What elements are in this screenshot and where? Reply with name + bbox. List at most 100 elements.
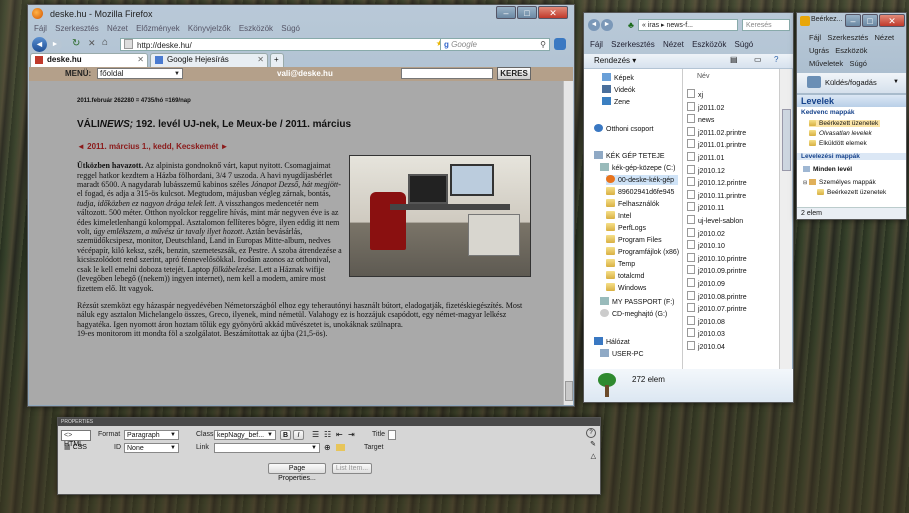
menu-item[interactable]: Nézet — [663, 40, 684, 49]
file-item[interactable]: j2010.09.printre — [687, 265, 747, 275]
ordered-list-icon[interactable]: ☷ — [324, 430, 331, 439]
send-receive-icon[interactable] — [807, 76, 821, 88]
help-icon[interactable]: ? — [586, 428, 596, 438]
view-options-icon[interactable]: ▤ — [730, 55, 738, 64]
personal-folders-item[interactable]: ⊟ Személyes mappák — [803, 179, 876, 186]
html-mode-button[interactable]: <> HTML — [61, 430, 91, 448]
nav-item-00-deske[interactable]: 00-deske-kék-gép — [606, 175, 679, 185]
new-tab-button[interactable]: + — [270, 53, 284, 67]
nav-item-folder[interactable]: Program Files — [606, 235, 662, 245]
stop-icon[interactable]: ✕ — [88, 38, 96, 49]
menu-item[interactable]: Nézet — [107, 24, 128, 33]
nav-item-computer[interactable]: KÉK GÉP TETEJE — [594, 151, 665, 161]
site-menu-select[interactable]: főoldal ▼ — [97, 68, 183, 79]
send-receive-button[interactable]: Küldés/fogadás — [825, 78, 877, 87]
maximize-button[interactable]: □ — [862, 14, 878, 27]
firefox-titlebar[interactable]: deske.hu - Mozilla Firefox – □ ✕ — [28, 5, 574, 23]
menu-item[interactable]: Szerkesztés — [55, 24, 99, 33]
file-list[interactable]: Név xj j2011.02 news j2011.02.printre j2011.… — [683, 69, 779, 369]
unordered-list-icon[interactable]: ☰ — [312, 430, 319, 439]
close-button[interactable]: ✕ — [879, 14, 905, 27]
forward-button[interactable]: ► — [601, 19, 613, 31]
file-item[interactable]: j2010.03 — [687, 328, 725, 338]
explorer-search-input[interactable]: Keresés — [742, 19, 790, 31]
title-input[interactable] — [388, 430, 396, 440]
menu-item[interactable]: Ugrás — [809, 46, 829, 55]
page-scrollbar[interactable] — [563, 81, 573, 405]
id-select[interactable]: None ▼ — [124, 443, 179, 453]
preview-pane-icon[interactable]: ▭ — [754, 55, 762, 64]
nav-item-network[interactable]: Hálózat — [594, 337, 630, 347]
file-item[interactable]: j2010.08 — [687, 315, 725, 326]
file-item[interactable]: j2010.10 — [687, 240, 725, 250]
nav-item-user-pc[interactable]: USER-PC — [600, 349, 644, 359]
point-to-file-icon[interactable]: ⊕ — [324, 443, 331, 452]
nav-item-drive-g[interactable]: CD-meghajtó (G:) — [600, 309, 667, 319]
file-item[interactable]: j2010.02 — [687, 227, 725, 238]
close-tab-icon[interactable]: ✕ — [257, 55, 264, 64]
nav-item-videok[interactable]: Videók — [602, 85, 635, 95]
menu-item[interactable]: Szerkesztés — [611, 40, 655, 49]
all-mail-item[interactable]: Minden levél — [803, 166, 852, 173]
minimize-button[interactable]: – — [845, 14, 861, 27]
favorites-header[interactable]: Kedvenc mappák — [801, 109, 854, 116]
nav-item-folder[interactable]: PerfLogs — [606, 223, 646, 233]
fav-folder-inbox[interactable]: Beérkezett üzenetek — [809, 120, 881, 127]
browse-folder-icon[interactable] — [336, 444, 345, 451]
link-input[interactable]: ▼ — [214, 443, 320, 453]
site-email[interactable]: vali@deske.hu — [277, 69, 333, 78]
menu-item[interactable]: Előzmények — [136, 24, 180, 33]
class-select[interactable]: kepNagy_bef... ▼ — [214, 430, 276, 440]
nav-item-drive-f[interactable]: MY PASSPORT (F:) — [600, 297, 675, 307]
file-item[interactable]: j2011.01 — [687, 152, 724, 162]
firefox-window[interactable]: deske.hu - Mozilla Firefox – □ ✕ Fájl Sz… — [27, 4, 575, 407]
outdent-icon[interactable]: ⇤ — [336, 430, 343, 439]
menu-item[interactable]: Fájl — [590, 40, 603, 49]
forward-button[interactable]: ► — [48, 39, 62, 50]
page-viewport[interactable]: MENÜ: főoldal ▼ vali@deske.hu KERES 2011… — [29, 67, 573, 405]
menu-item[interactable]: Eszközök — [835, 46, 867, 55]
menu-item[interactable]: Szerkesztés — [827, 33, 868, 42]
nav-item-folder[interactable]: Temp — [606, 259, 635, 269]
quick-tag-editor-icon[interactable]: ✎ — [590, 440, 596, 448]
outlook-titlebar[interactable]: Beérkez... – □ ✕ — [797, 13, 906, 29]
outlook-window[interactable]: Beérkez... – □ ✕ Fájl Szerkesztés Nézet … — [796, 12, 907, 220]
organize-button[interactable]: Rendezés ▾ — [594, 56, 636, 65]
menu-item[interactable]: Eszközök — [692, 40, 726, 49]
file-item[interactable]: j2011.02.printre — [687, 126, 746, 137]
bold-button[interactable]: B — [280, 430, 291, 440]
file-item[interactable]: j2010.12 — [687, 164, 725, 175]
file-item[interactable]: j2010.12.printre — [687, 177, 747, 187]
search-input[interactable]: g Google ⚲ — [440, 38, 550, 51]
close-tab-icon[interactable]: ✕ — [137, 55, 144, 64]
back-button[interactable]: ◄ — [588, 19, 600, 31]
scrollbar-thumb[interactable] — [565, 381, 573, 401]
minimize-button[interactable]: – — [496, 6, 516, 19]
search-icon[interactable]: ⚲ — [540, 39, 546, 50]
file-item[interactable]: j2010.07.printre — [687, 303, 747, 313]
help-icon[interactable]: ? — [774, 55, 778, 64]
address-bar[interactable]: http://deske.hu/ ★ ▼ — [120, 38, 458, 51]
fav-folder-sent[interactable]: Elküldött elemek — [809, 140, 867, 147]
nav-item-zene[interactable]: Zene — [602, 97, 630, 107]
file-item[interactable]: j2010.10.printre — [687, 252, 747, 263]
menu-item[interactable]: Fájl — [34, 24, 47, 33]
file-item[interactable]: xj — [687, 89, 703, 99]
nav-item-folder[interactable]: Programfájlok (x86) — [606, 247, 679, 257]
inbox-tree-item[interactable]: Beérkezett üzenetek — [817, 189, 886, 196]
properties-panel[interactable]: PROPERTIES <> HTML ▦ CSS Format Paragrap… — [57, 417, 601, 495]
menu-item[interactable]: Fájl — [809, 33, 821, 42]
menu-item[interactable]: Könyvjelzők — [188, 24, 231, 33]
nav-item-homegroup[interactable]: Otthoni csoport — [594, 124, 653, 134]
file-item[interactable]: j2010.11.printre — [687, 189, 746, 200]
menu-item[interactable]: Eszközök — [239, 24, 273, 33]
menu-item[interactable]: Súgó — [281, 24, 300, 33]
nav-item-folder[interactable]: Windows — [606, 283, 646, 293]
file-item[interactable]: j2011.01.printre — [687, 139, 746, 149]
list-item-button[interactable]: List Item... — [332, 463, 372, 474]
format-select[interactable]: Paragraph ▼ — [124, 430, 179, 440]
nav-item-folder[interactable]: totalcmd — [606, 271, 644, 281]
nav-item-kepek[interactable]: Képek — [602, 73, 634, 83]
css-mode-button[interactable]: ▦ CSS — [61, 443, 94, 454]
file-item[interactable]: j2010.11 — [687, 202, 724, 212]
